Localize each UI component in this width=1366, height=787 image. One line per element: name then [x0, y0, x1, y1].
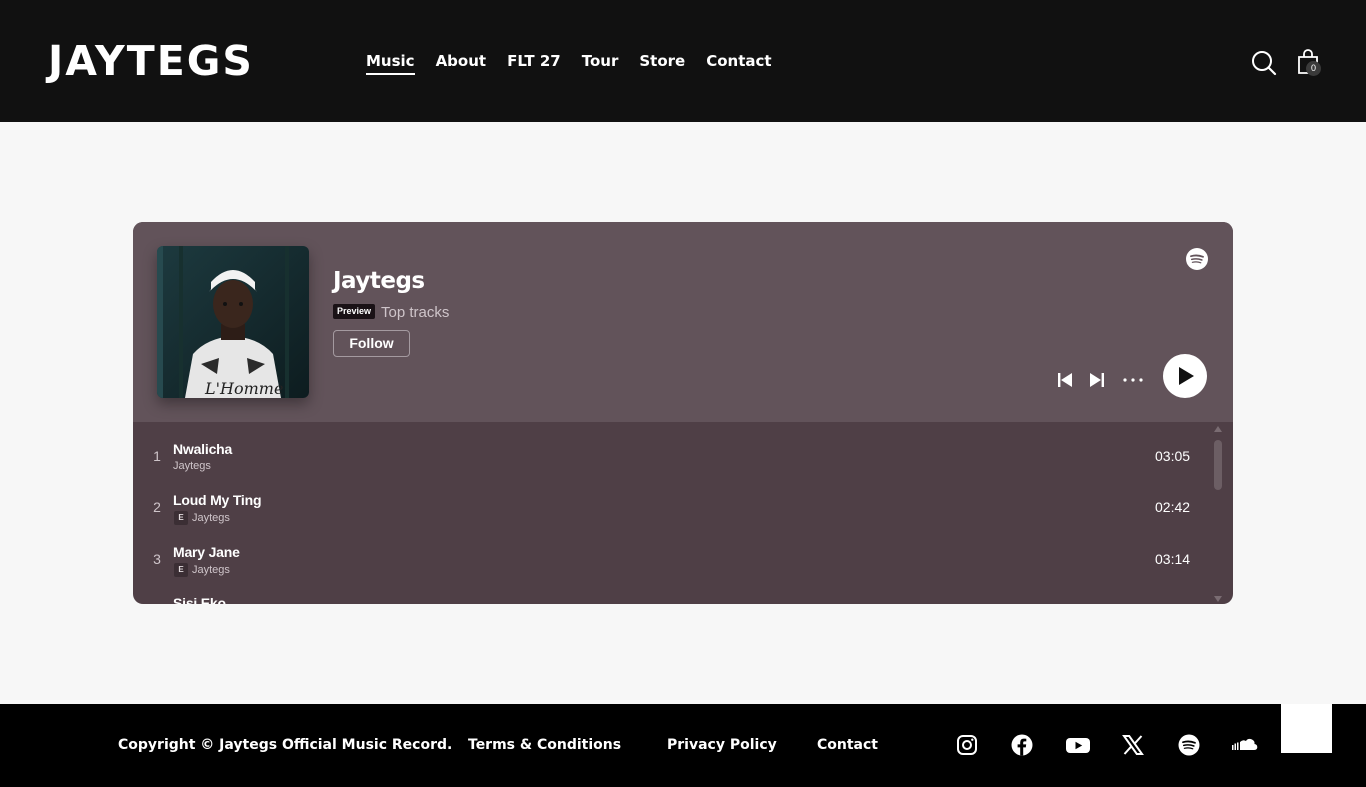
site-header: JAYTEGS Music About FLT 27 Tour Store Co…	[0, 0, 1366, 122]
track-number: 1	[153, 448, 161, 464]
artist-name[interactable]: Jaytegs	[333, 268, 425, 294]
search-icon[interactable]	[1251, 50, 1277, 76]
track-list: 1 Nwalicha Jaytegs 03:05 2 Loud My Ting …	[133, 422, 1233, 604]
spotify-icon[interactable]	[1177, 733, 1201, 757]
spotify-logo-icon[interactable]	[1185, 247, 1209, 271]
nav-flt27[interactable]: FLT 27	[507, 50, 561, 72]
track-row[interactable]: 3 Mary Jane E Jaytegs 03:14	[133, 539, 1213, 591]
top-tracks-label: Top tracks	[381, 304, 450, 321]
copyright-text: Copyright © Jaytegs Official Music Recor…	[118, 737, 453, 753]
previous-track-icon[interactable]	[1057, 372, 1073, 388]
track-title[interactable]: Sisi Eko	[173, 595, 226, 604]
track-artist[interactable]: Jaytegs	[192, 512, 230, 524]
nav-tour[interactable]: Tour	[582, 50, 619, 72]
floating-widget[interactable]	[1281, 704, 1332, 753]
explicit-badge: E	[174, 563, 188, 577]
preview-badge: Preview	[333, 304, 376, 319]
player-header: L'Homme Jaytegs Preview Top tracks Follo…	[133, 222, 1233, 422]
terms-link[interactable]: Terms & Conditions	[468, 736, 621, 754]
scroll-up-icon[interactable]	[1214, 426, 1222, 432]
track-duration: 03:05	[1155, 448, 1191, 464]
site-logo[interactable]: JAYTEGS	[48, 36, 254, 86]
track-number: 3	[153, 551, 161, 567]
facebook-icon[interactable]	[1010, 733, 1034, 757]
play-icon	[1179, 367, 1194, 385]
nav-contact[interactable]: Contact	[706, 50, 771, 72]
track-duration: 02:42	[1155, 499, 1191, 515]
site-footer: Copyright © Jaytegs Official Music Recor…	[0, 704, 1366, 787]
explicit-badge: E	[174, 511, 188, 525]
artist-cover-image[interactable]: L'Homme	[157, 246, 309, 398]
track-row[interactable]: Sisi Eko	[133, 590, 1213, 604]
spotify-embed-player: L'Homme Jaytegs Preview Top tracks Follo…	[133, 222, 1233, 604]
follow-button[interactable]: Follow	[333, 330, 410, 357]
track-artist[interactable]: Jaytegs	[173, 460, 211, 472]
instagram-icon[interactable]	[955, 733, 979, 757]
scrollbar-thumb[interactable]	[1214, 440, 1222, 490]
play-button[interactable]	[1163, 354, 1207, 398]
track-number: 2	[153, 499, 161, 515]
track-row[interactable]: 1 Nwalicha Jaytegs 03:05	[133, 436, 1213, 488]
soundcloud-icon[interactable]	[1230, 733, 1258, 757]
x-icon[interactable]	[1121, 733, 1145, 757]
nav-music[interactable]: Music	[366, 50, 415, 75]
youtube-icon[interactable]	[1065, 733, 1091, 757]
track-title[interactable]: Nwalicha	[173, 441, 232, 457]
track-artist[interactable]: Jaytegs	[192, 564, 230, 576]
more-options-icon[interactable]	[1122, 372, 1144, 388]
footer-contact-link[interactable]: Contact	[817, 736, 878, 754]
privacy-link[interactable]: Privacy Policy	[667, 736, 777, 754]
track-row[interactable]: 2 Loud My Ting E Jaytegs 02:42	[133, 487, 1213, 539]
nav-about[interactable]: About	[436, 50, 487, 72]
nav-store[interactable]: Store	[639, 50, 685, 72]
next-track-icon[interactable]	[1089, 372, 1105, 388]
track-title[interactable]: Mary Jane	[173, 544, 240, 560]
cart-count-badge: 0	[1306, 61, 1321, 76]
main-nav: Music About FLT 27 Tour Store Contact	[366, 50, 793, 75]
scroll-down-icon[interactable]	[1214, 596, 1222, 602]
track-duration: 03:14	[1155, 551, 1191, 567]
track-title[interactable]: Loud My Ting	[173, 492, 262, 508]
svg-text:L'Homme: L'Homme	[204, 379, 283, 398]
